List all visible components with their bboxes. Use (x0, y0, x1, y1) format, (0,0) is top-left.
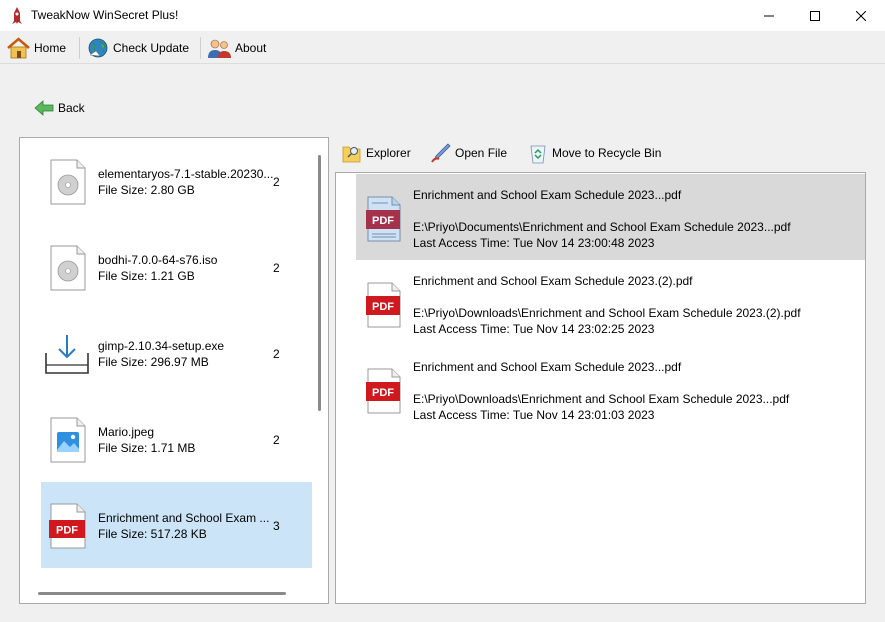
back-label: Back (58, 101, 85, 115)
recycle-label: Move to Recycle Bin (552, 146, 662, 160)
duplicate-entry[interactable]: PDF Enrichment and School Exam Schedule … (356, 174, 865, 260)
svg-text:PDF: PDF (372, 215, 394, 227)
duplicate-path: E:\Priyo\Downloads\Enrichment and School… (413, 392, 790, 406)
check-update-button[interactable]: Check Update (87, 35, 189, 61)
image-file-icon (50, 417, 86, 463)
duplicate-entry[interactable]: PDF Enrichment and School Exam Schedule … (356, 346, 865, 432)
svg-text:PDF: PDF (56, 525, 78, 537)
close-button[interactable] (838, 0, 884, 31)
explorer-label: Explorer (366, 146, 411, 160)
list-item[interactable]: gimp-2.10.34-setup.exe File Size: 296.97… (41, 310, 312, 396)
globe-update-icon (88, 38, 108, 58)
duplicate-details-panel[interactable]: PDF Enrichment and School Exam Schedule … (335, 172, 866, 604)
duplicate-count: 2 (273, 261, 280, 275)
pdf-file-icon: PDF (366, 368, 401, 414)
duplicate-path: E:\Priyo\Downloads\Enrichment and School… (413, 306, 801, 320)
users-icon (208, 39, 231, 58)
menu-divider (200, 37, 201, 59)
list-item[interactable]: PDF Enrichment and School Exam ... File … (41, 482, 312, 568)
disc-image-icon (50, 159, 86, 205)
duplicate-count: 2 (273, 347, 280, 361)
menu-bar: Home Check Update About (0, 31, 885, 64)
minimize-button[interactable] (746, 0, 792, 31)
about-button[interactable]: About (207, 35, 266, 61)
svg-text:PDF: PDF (372, 301, 394, 313)
duplicate-count: 2 (273, 175, 280, 189)
last-access-time: Last Access Time: Tue Nov 14 23:01:03 20… (413, 408, 655, 422)
last-access-time: Last Access Time: Tue Nov 14 23:00:48 20… (413, 236, 655, 250)
open-file-button[interactable]: Open File (431, 141, 507, 165)
back-arrow-icon (34, 100, 54, 116)
file-name: Enrichment and School Exam ... (98, 511, 270, 525)
app-logo-icon (12, 7, 22, 24)
maximize-icon (810, 10, 820, 21)
vertical-scrollbar[interactable] (318, 155, 321, 411)
house-icon (7, 37, 30, 59)
pdf-file-icon: PDF (366, 196, 401, 242)
file-name: gimp-2.10.34-setup.exe (98, 339, 225, 353)
duplicate-entry[interactable]: PDF Enrichment and School Exam Schedule … (356, 260, 865, 346)
title-bar: TweakNow WinSecret Plus! (0, 0, 885, 31)
list-item[interactable]: bodhi-7.0.0-64-s76.iso File Size: 1.21 G… (41, 224, 312, 310)
file-name: bodhi-7.0.0-64-s76.iso (98, 253, 218, 267)
file-size: File Size: 296.97 MB (98, 355, 209, 369)
file-size: File Size: 1.71 MB (98, 441, 196, 455)
move-to-recycle-bin-button[interactable]: Move to Recycle Bin (528, 141, 661, 165)
file-name: Mario.jpeg (98, 425, 155, 439)
pdf-file-icon: PDF (366, 282, 401, 328)
folder-search-icon (342, 146, 361, 163)
close-icon (856, 10, 866, 21)
about-label: About (235, 41, 267, 55)
disc-image-icon (50, 245, 86, 291)
file-size: File Size: 2.80 GB (98, 183, 195, 197)
duplicate-path: E:\Priyo\Documents\Enrichment and School… (413, 220, 791, 234)
list-item[interactable]: elementaryos-7.1-stable.20230... File Si… (41, 138, 312, 224)
home-button[interactable]: Home (6, 35, 66, 61)
file-size: File Size: 1.21 GB (98, 269, 195, 283)
duplicate-name: Enrichment and School Exam Schedule 2023… (413, 360, 682, 374)
window-title: TweakNow WinSecret Plus! (31, 8, 179, 22)
download-installer-icon (45, 335, 89, 374)
maximize-button[interactable] (792, 0, 838, 31)
open-file-icon (431, 143, 451, 163)
home-label: Home (34, 41, 67, 55)
menu-divider (79, 37, 80, 59)
file-size: File Size: 517.28 KB (98, 527, 207, 541)
duplicate-name: Enrichment and School Exam Schedule 2023… (413, 274, 693, 288)
list-item[interactable]: Mario.jpeg File Size: 1.71 MB 2 (41, 396, 312, 482)
horizontal-scrollbar[interactable] (38, 592, 286, 595)
back-button[interactable]: Back (34, 97, 85, 119)
duplicate-count: 3 (273, 519, 280, 533)
file-list-panel[interactable]: elementaryos-7.1-stable.20230... File Si… (19, 137, 329, 604)
duplicate-count: 2 (273, 433, 280, 447)
pdf-file-icon: PDF (49, 503, 86, 549)
explorer-button[interactable]: Explorer (342, 141, 411, 165)
last-access-time: Last Access Time: Tue Nov 14 23:02:25 20… (413, 322, 655, 336)
open-file-label: Open File (455, 146, 508, 160)
recycle-bin-icon (530, 145, 546, 164)
duplicate-name: Enrichment and School Exam Schedule 2023… (413, 188, 682, 202)
file-name: elementaryos-7.1-stable.20230... (98, 167, 273, 181)
check-update-label: Check Update (113, 41, 190, 55)
svg-text:PDF: PDF (372, 387, 394, 399)
minimize-icon (764, 15, 774, 16)
